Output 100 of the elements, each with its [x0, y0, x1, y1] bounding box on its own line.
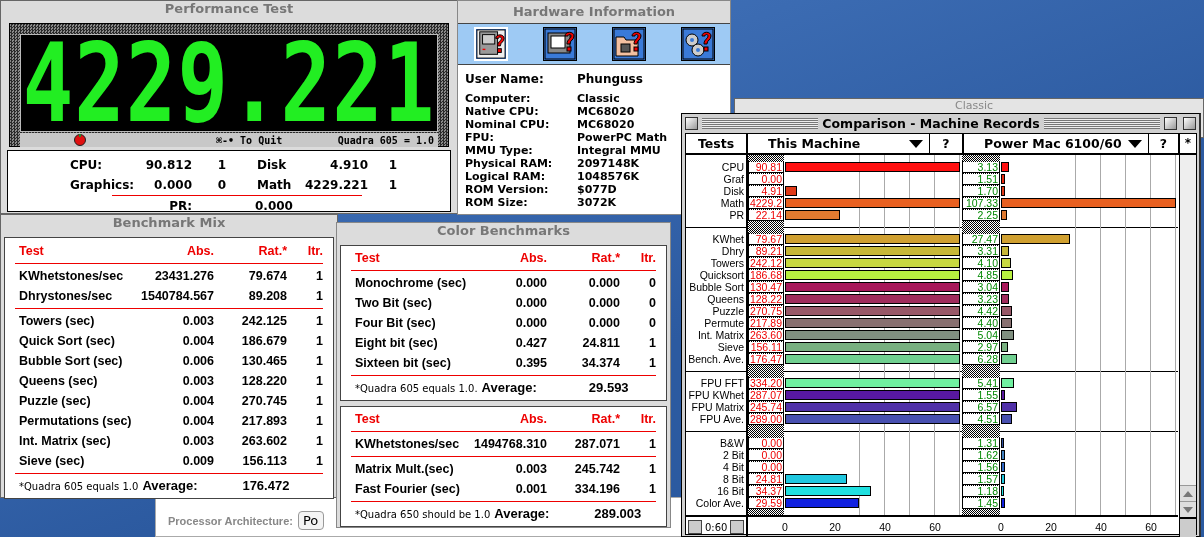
up-arrow-icon	[1183, 490, 1193, 497]
scrollbar[interactable]	[1179, 155, 1196, 537]
table-cell-text: 242.125	[240, 313, 287, 330]
field-value: PowerPC Math	[577, 131, 668, 144]
table-cell-text: 0	[648, 315, 656, 332]
footnote: *Quadra 605 equals 1.0.	[355, 382, 478, 394]
table-cell-text: Permutations (sec)	[19, 413, 133, 430]
value-readout: 1.55	[962, 389, 1000, 401]
value-readout: 3.13	[962, 161, 1000, 173]
average-value: 289.003	[593, 505, 642, 523]
footnote: *Quadra 650 should be 1.0	[355, 508, 491, 520]
value-readout: 24.81	[748, 473, 784, 485]
table-cell-text: 0.004	[181, 413, 214, 430]
field-value: Integral MMU	[577, 144, 661, 157]
table-cell-text: Eight bit (sec)	[355, 335, 439, 352]
table-cell-text: Quick Sort (sec)	[19, 333, 116, 350]
field-label: Nominal CPU:	[465, 118, 551, 131]
value-readout: 34.37	[748, 485, 784, 497]
column-header: Test	[355, 250, 381, 267]
plus-button[interactable]	[730, 520, 745, 534]
table-cell-text: 1	[315, 393, 323, 410]
table-cell-text: 0	[648, 295, 656, 312]
stat-count: 1	[387, 177, 399, 194]
table-cell-text: Two Bit (sec)	[355, 295, 433, 312]
table-cell-text: 24.811	[581, 335, 620, 352]
close-button[interactable]	[685, 116, 698, 130]
table-cell-text: 1	[315, 433, 323, 450]
info-tab[interactable]	[612, 27, 646, 61]
stat-value: 4229.221	[304, 177, 368, 194]
table-cell-text: Int. Matrix (sec)	[19, 433, 112, 450]
axis-tick: 20	[1045, 521, 1057, 533]
value-readout: 29.59	[748, 497, 784, 509]
column-header: Test	[355, 411, 381, 428]
value-readout: 334.20	[748, 377, 784, 389]
value-readout: 287.07	[748, 389, 784, 401]
column-header: Itr.	[306, 243, 323, 260]
table-cell-text: 186.679	[240, 333, 287, 350]
table-cell-text: 1	[315, 373, 323, 390]
scroll-up-button[interactable]	[1180, 485, 1196, 501]
value-readout: 289.00	[748, 413, 784, 425]
value-readout: 4.10	[962, 257, 1000, 269]
info-tab[interactable]	[681, 27, 715, 61]
table-cell-text: Queens (sec)	[19, 373, 99, 390]
minus-button[interactable]	[688, 520, 702, 534]
table-cell-text: 287.071	[573, 436, 620, 453]
value-readout: 5.04	[962, 329, 1000, 341]
value-readout: 1.51	[962, 173, 1000, 185]
stat-value: 0.000	[254, 198, 294, 215]
value-readout: 130.47	[748, 281, 784, 293]
table-cell-text: 34.374	[580, 355, 620, 372]
value-readout: 1.56	[962, 461, 1000, 473]
table-cell-text: 1	[648, 335, 656, 352]
table-cell-text: 1	[315, 313, 323, 330]
info-tab[interactable]	[543, 27, 577, 61]
value-readout: 0.00	[748, 461, 784, 473]
stat-label: CPU:	[70, 157, 104, 174]
table-cell-text: 1	[648, 461, 656, 478]
table-cell-text: Monochrome (sec)	[355, 275, 468, 292]
table-cell-text: 89.208	[247, 288, 287, 305]
field-label: ROM Version:	[465, 183, 550, 196]
table-cell-text: 0.003	[181, 373, 214, 390]
gears-icon	[682, 28, 714, 60]
value-readout: 22.14	[748, 209, 784, 221]
value-readout: 3.23	[962, 293, 1000, 305]
column-header: Test	[19, 243, 45, 260]
value-readout: 6.28	[962, 353, 1000, 365]
value-readout: 2.25	[962, 209, 1000, 221]
stat-count: 1	[216, 157, 228, 174]
table-cell-text: KWhetstones/sec	[355, 436, 461, 453]
window-title: Benchmark Mix	[111, 215, 227, 232]
field-label: User Name:	[465, 71, 545, 87]
collapse-button[interactable]	[1183, 116, 1196, 130]
table-cell-text: 1	[315, 353, 323, 370]
value-readout: 1.57	[962, 473, 1000, 485]
table-cell-text: 0.003	[181, 433, 214, 450]
field-value: MC68020	[577, 118, 635, 131]
field-label: Logical RAM:	[465, 170, 547, 183]
value-readout: 4.40	[962, 317, 1000, 329]
zoom-button[interactable]	[1164, 116, 1177, 130]
stat-value: 0.000	[153, 177, 192, 194]
field-value: $077D	[577, 183, 617, 196]
value-readout: 1.70	[962, 185, 1000, 197]
value-readout: 107.33	[962, 197, 1000, 209]
value-readout: 176.47	[748, 353, 784, 365]
table-cell-text: 1	[648, 436, 656, 453]
table-cell-text: 0.001	[514, 481, 547, 498]
value-readout: 3.31	[962, 245, 1000, 257]
resize-handle[interactable]	[1180, 517, 1196, 537]
popup-button[interactable]: Po	[297, 511, 324, 530]
value-readout: 3.04	[962, 281, 1000, 293]
average-value: 176.472	[241, 477, 290, 495]
table-cell-text: Bubble Sort (sec)	[19, 353, 124, 370]
average-value: 29.593	[587, 379, 629, 397]
table-cell-text: Matrix Mult.(sec)	[355, 461, 455, 478]
table-cell-text: 0.004	[181, 333, 214, 350]
table-cell-text: Four Bit (sec)	[355, 315, 437, 332]
value-readout: 186.68	[748, 269, 784, 281]
average-label: Average:	[493, 505, 551, 523]
value-readout: 4.42	[962, 305, 1000, 317]
table-cell-text: 1	[315, 453, 323, 470]
